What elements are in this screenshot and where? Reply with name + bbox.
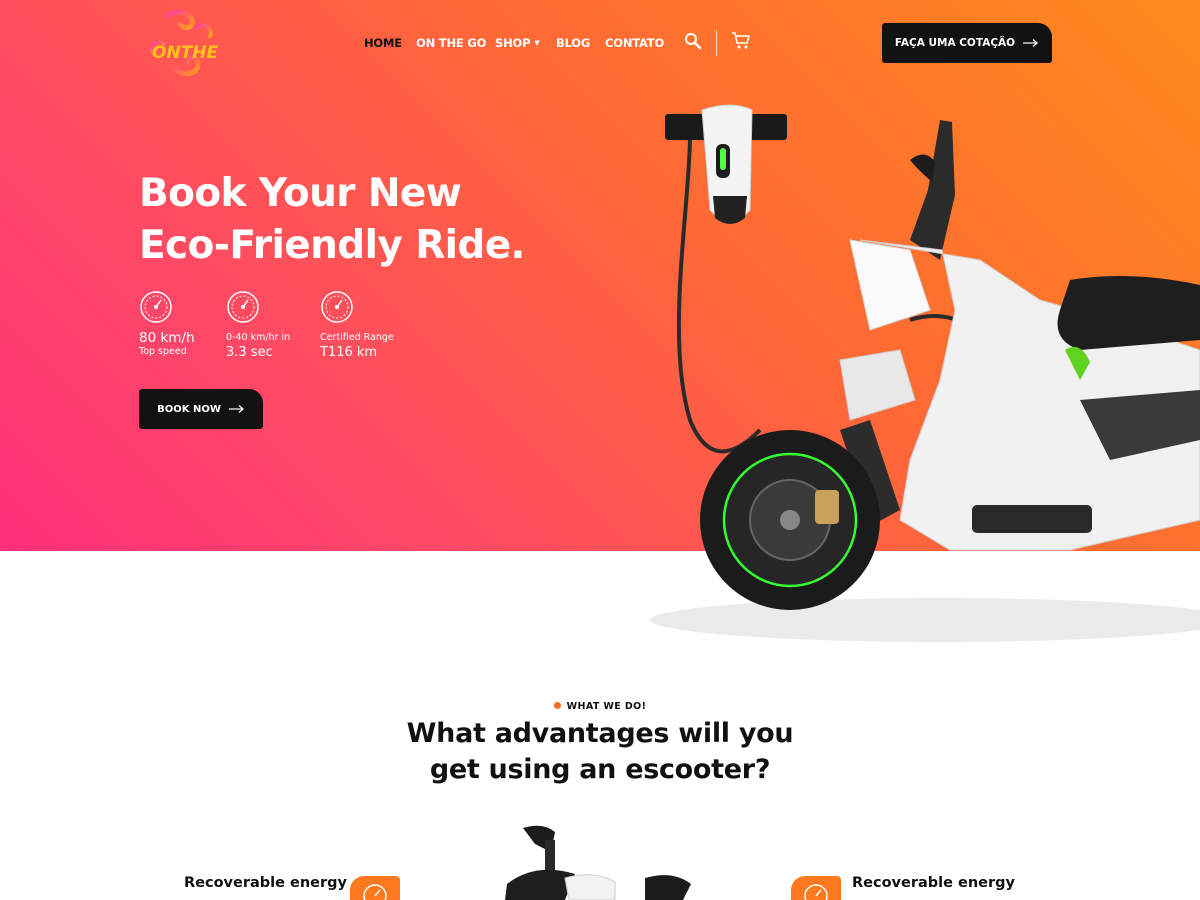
arrow-right-icon: [228, 405, 244, 413]
arrow-right-icon: [1023, 39, 1039, 47]
speedometer-icon: [804, 884, 828, 900]
chevron-down-icon: ▼: [534, 39, 540, 47]
hero-title-line-1: Book Your New: [139, 171, 462, 216]
feature-label-right: Recoverable energy: [852, 875, 1015, 891]
section-eyebrow: WHAT WE DO!: [0, 701, 1200, 712]
section-eyebrow-text: WHAT WE DO!: [566, 701, 647, 712]
section-title: What advantages will you get using an es…: [0, 716, 1200, 788]
eyebrow-dot: [553, 702, 561, 709]
stat-range: Certified Range T116 km: [320, 290, 394, 360]
scooter-thumbnail: [505, 825, 691, 900]
feature-icon-left: [350, 876, 400, 900]
nav-item-blog[interactable]: BLOG: [556, 36, 590, 50]
book-now-label: BOOK NOW: [157, 403, 221, 415]
scooter-image: [650, 104, 1200, 642]
stat-range-caption: Certified Range: [320, 332, 394, 343]
stat-acceleration-value: 3.3 sec: [226, 345, 273, 360]
stat-range-value: T116 km: [320, 345, 378, 360]
feature-icon-right: [791, 876, 841, 900]
hero-title: Book Your New Eco-Friendly Ride.: [139, 168, 559, 272]
feature-label-left: Recoverable energy: [184, 875, 347, 891]
stat-acceleration: 0-40 km/hr in 3.3 sec: [226, 290, 290, 360]
nav-item-contato[interactable]: CONTATO: [605, 36, 664, 50]
nav-item-shop-label: SHOP: [495, 36, 531, 50]
stat-top-speed-caption: Top speed: [139, 346, 187, 357]
front-wheel: [700, 430, 880, 610]
speedometer-icon: [363, 884, 387, 900]
scooter-body: [839, 120, 1200, 551]
nav-item-home[interactable]: HOME: [364, 36, 402, 50]
search-icon[interactable]: [684, 32, 702, 50]
speedometer-icon: [140, 291, 172, 323]
speedometer-icon: [227, 291, 259, 323]
request-quote-label: FAÇA UMA COTAÇÃO: [894, 37, 1016, 49]
book-now-button[interactable]: BOOK NOW: [139, 389, 263, 429]
nav-item-shop[interactable]: SHOP ▼: [495, 36, 540, 50]
nav-divider: [716, 30, 717, 56]
nav-item-on-the-go[interactable]: ON THE GO: [416, 36, 486, 50]
stat-acceleration-caption: 0-40 km/hr in: [226, 332, 291, 343]
hero-title-line-2: Eco-Friendly Ride.: [139, 223, 525, 268]
request-quote-button[interactable]: FAÇA UMA COTAÇÃO: [882, 23, 1052, 63]
stat-top-speed: 80 km/h Top speed: [139, 290, 195, 357]
speedometer-icon: [321, 291, 353, 323]
logo-text: ONTHEGO: [152, 43, 218, 63]
section-title-line-2: get using an escooter?: [429, 754, 771, 785]
cart-icon[interactable]: [731, 30, 751, 50]
stat-top-speed-value: 80 km/h: [139, 330, 195, 346]
section-title-line-1: What advantages will you: [406, 718, 794, 749]
brand-logo[interactable]: ONTHEGO: [146, 10, 218, 78]
